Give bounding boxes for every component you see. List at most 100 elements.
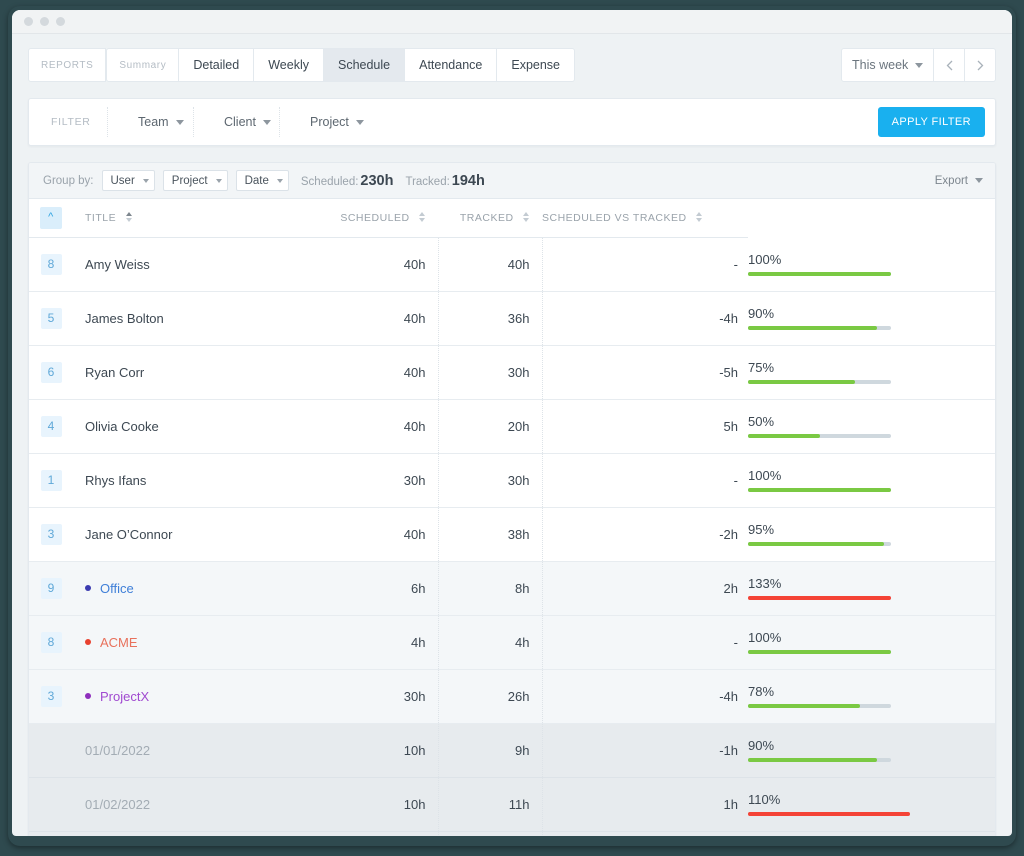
row-title-wrap: Rhys Ifans <box>85 473 320 488</box>
table-row[interactable]: 1 Rhys Ifans 30h 30h -100% <box>29 453 995 508</box>
scheduled-total: Scheduled: 230h <box>301 173 394 189</box>
window-close-dot[interactable] <box>24 17 33 26</box>
date-range-select[interactable]: This week <box>841 48 934 82</box>
project-color-dot-icon <box>85 693 91 699</box>
table-row[interactable]: 8 Amy Weiss 40h 40h -100% <box>29 237 995 292</box>
row-scheduled-vs-tracked: 90% <box>748 291 995 346</box>
progress-fill <box>748 271 891 276</box>
row-scheduled-vs-tracked: 100% <box>748 615 995 670</box>
row-scheduled-vs-tracked: 90% <box>748 723 995 778</box>
row-title: Ryan Corr <box>85 364 145 380</box>
header-title-label: TITLE <box>85 211 117 224</box>
export-button[interactable]: Export <box>935 175 983 187</box>
row-difference: - <box>541 237 748 292</box>
progress-track <box>748 596 891 600</box>
sort-icon <box>125 211 133 222</box>
filter-bar: FILTER Team Client Project APPLY FILTER <box>28 98 996 146</box>
progress-track <box>748 488 891 492</box>
date-range-prev-button[interactable] <box>934 48 965 82</box>
header-tracked-label: TRACKED <box>459 211 514 224</box>
row-scheduled: 30h <box>320 453 438 508</box>
row-title[interactable]: ACME <box>100 635 138 650</box>
row-tracked: 36h <box>437 291 542 346</box>
row-difference: -5h <box>541 345 748 400</box>
row-scheduled-vs-tracked: 95% <box>748 507 995 562</box>
row-title[interactable]: ProjectX <box>100 689 149 704</box>
filter-client[interactable]: Client <box>193 107 279 137</box>
row-difference: -4h <box>541 291 748 346</box>
row-scheduled-vs-tracked: 78% <box>748 669 995 724</box>
table-row[interactable]: 9 Office 6h 8h 2h 133% <box>29 561 995 616</box>
header-tracked[interactable]: TRACKED <box>438 199 542 238</box>
table-row[interactable]: 4 Olivia Cooke 40h 20h 5h 50% <box>29 399 995 454</box>
row-scheduled: 10h <box>320 723 438 778</box>
scheduled-total-value: 230h <box>360 172 394 189</box>
group-by-select-1[interactable]: User <box>101 170 155 191</box>
tab-detailed[interactable]: Detailed <box>179 48 255 82</box>
row-title[interactable]: Office <box>100 581 134 596</box>
row-scheduled: 40h <box>320 291 438 346</box>
row-badge-cell: 8 <box>29 615 73 670</box>
row-badge-cell: 8 <box>29 237 73 292</box>
tab-attendance[interactable]: Attendance <box>405 48 498 82</box>
row-title-wrap: Amy Weiss <box>85 257 320 272</box>
chevron-down-icon <box>215 178 222 183</box>
table-row[interactable]: 01/01/2022 10h 9h -1h 90% <box>29 723 995 778</box>
tab-weekly[interactable]: Weekly <box>254 48 324 82</box>
row-percent-label: 100% <box>748 468 782 483</box>
row-scheduled-vs-tracked: 50% <box>748 399 995 454</box>
row-title-cell: Jane O’Connor <box>73 507 320 562</box>
row-title-wrap: Jane O’Connor <box>85 527 320 542</box>
table-header-row: ^ TITLE SCHEDULED TRACKED SCHEDULED VS T… <box>29 199 995 238</box>
row-title: 01/02/2022 <box>85 796 151 812</box>
table-row[interactable]: 01/02/2022 10h 11h 1h 110% <box>29 777 995 832</box>
table-row[interactable]: 8 ACME 4h 4h -100% <box>29 615 995 670</box>
progress-fill <box>748 380 856 384</box>
progress-fill <box>748 812 910 816</box>
row-tracked: 40h <box>437 237 542 292</box>
tab-schedule[interactable]: Schedule <box>323 48 406 82</box>
progress-track <box>748 758 891 762</box>
table-header: ^ TITLE SCHEDULED TRACKED SCHEDULED VS T… <box>29 199 995 238</box>
row-title-wrap: ProjectX <box>85 689 320 704</box>
progress-wrap: 133% <box>748 576 983 600</box>
progress-wrap: 50% <box>748 414 983 438</box>
group-by-select-3[interactable]: Date <box>235 170 289 191</box>
tab-expense[interactable]: Expense <box>497 48 576 82</box>
tab-summary[interactable]: Summary <box>106 48 180 82</box>
row-badge-cell: 3 <box>29 669 73 724</box>
table-row[interactable]: 3 Jane O’Connor 40h 38h -2h 95% <box>29 507 995 562</box>
table-row[interactable]: 01/03/202210h6h-4h60% <box>29 831 995 836</box>
row-count-badge: 3 <box>40 685 62 707</box>
progress-fill <box>748 542 884 546</box>
table-row[interactable]: 3 ProjectX 30h 26h -4h 78% <box>29 669 995 724</box>
chevron-up-icon[interactable]: ^ <box>40 206 62 229</box>
sort-icon <box>419 211 426 222</box>
filter-project-label: Project <box>310 115 349 129</box>
header-scheduled-vs-tracked[interactable]: SCHEDULED VS TRACKED <box>542 199 748 238</box>
row-title-cell: 01/03/2022 <box>73 831 320 836</box>
filter-team[interactable]: Team <box>107 107 193 137</box>
header-title[interactable]: TITLE <box>73 199 320 238</box>
progress-track <box>748 542 891 546</box>
chevron-right-icon <box>977 60 983 70</box>
table-row[interactable]: 6 Ryan Corr 40h 30h -5h 75% <box>29 345 995 400</box>
window-minimize-dot[interactable] <box>40 17 49 26</box>
row-badge-cell: 1 <box>29 453 73 508</box>
row-title: Amy Weiss <box>85 256 150 272</box>
row-count-badge: 6 <box>40 361 62 383</box>
group-by-select-2[interactable]: Project <box>162 170 228 191</box>
apply-filter-button[interactable]: APPLY FILTER <box>877 107 985 137</box>
group-by-select-2-value: Project <box>171 174 208 187</box>
table-row[interactable]: 5 James Bolton 40h 36h -4h 90% <box>29 291 995 346</box>
reports-tabs: REPORTS Summary Detailed Weekly Schedule Att… <box>28 48 576 82</box>
row-scheduled-vs-tracked: 60% <box>748 831 995 836</box>
date-range-next-button[interactable] <box>965 48 996 82</box>
header-scheduled[interactable]: SCHEDULED <box>320 199 438 238</box>
row-scheduled-vs-tracked: 75% <box>748 345 995 400</box>
row-scheduled: 10h <box>320 777 438 832</box>
window-maximize-dot[interactable] <box>56 17 65 26</box>
progress-track <box>748 704 891 708</box>
row-scheduled-vs-tracked: 100% <box>748 237 995 292</box>
filter-project[interactable]: Project <box>279 107 379 137</box>
